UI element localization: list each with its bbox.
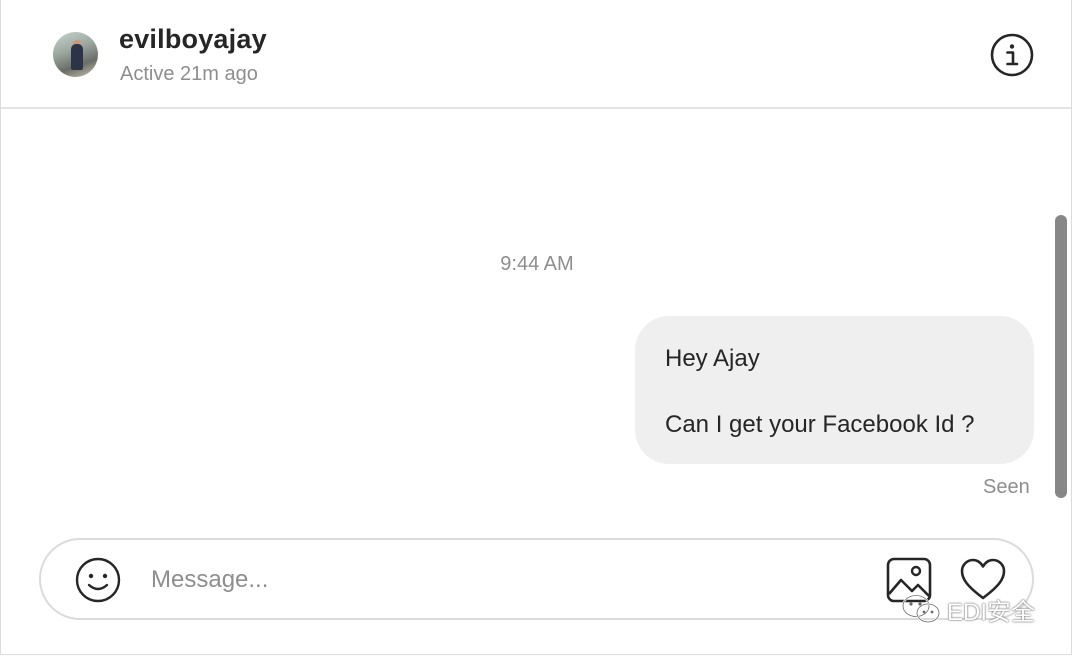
chat-header: evilboyajay Active 21m ago xyxy=(1,0,1071,109)
watermark: EDI安全 xyxy=(901,592,1035,626)
message-timestamp: 9:44 AM xyxy=(500,253,574,275)
chat-window: evilboyajay Active 21m ago 9:44 AM Hey A… xyxy=(0,0,1072,655)
avatar-figure xyxy=(71,44,83,70)
avatar[interactable] xyxy=(53,32,98,77)
emoji-button[interactable] xyxy=(75,557,121,603)
info-button[interactable] xyxy=(990,33,1034,77)
message-bubble[interactable]: Hey Ajay Can I get your Facebook Id ? xyxy=(635,316,1034,464)
message-line-1: Hey Ajay xyxy=(665,345,760,372)
message-line-2: Can I get your Facebook Id ? xyxy=(665,411,975,438)
watermark-text: EDI安全 xyxy=(947,598,1036,626)
scrollbar-thumb[interactable] xyxy=(1055,215,1067,498)
active-status: Active 21m ago xyxy=(120,63,258,85)
message-composer xyxy=(39,538,1034,620)
message-input[interactable] xyxy=(151,562,851,598)
username[interactable]: evilboyajay xyxy=(119,24,267,55)
wechat-icon xyxy=(901,594,941,624)
seen-indicator: Seen xyxy=(983,476,1030,498)
emoji-icon xyxy=(75,557,121,603)
info-icon xyxy=(990,33,1034,77)
